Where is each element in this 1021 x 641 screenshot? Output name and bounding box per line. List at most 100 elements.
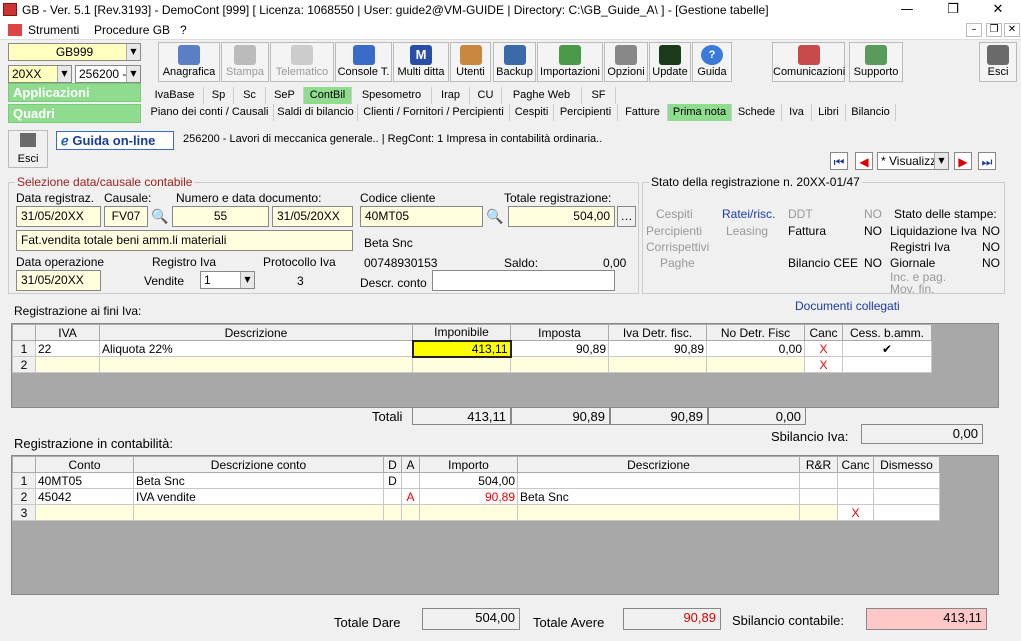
cell-dismesso[interactable] — [873, 488, 940, 505]
cell-conto[interactable]: 45042 — [35, 488, 134, 505]
tab-bilancio[interactable]: Bilancio — [846, 104, 896, 121]
tab-cu[interactable]: CU — [470, 87, 502, 104]
opzioni-button[interactable]: Opzioni — [604, 42, 648, 82]
cell-a[interactable]: A — [401, 488, 420, 505]
last-record-icon[interactable]: ⏭ — [978, 152, 996, 170]
tab-fatture[interactable]: Fatture — [618, 104, 668, 121]
ratei-label[interactable]: Ratei/risc. — [722, 207, 775, 221]
delete-icon[interactable]: X — [837, 504, 874, 521]
cell-imponibile[interactable]: 413,11 — [411, 339, 512, 358]
applicazioni-select[interactable]: Applicazioni — [8, 83, 141, 102]
year-select[interactable]: 20XX ▼ — [8, 65, 72, 83]
cell-importo[interactable]: 90,89 — [419, 488, 518, 505]
cell-detr[interactable]: 90,89 — [608, 340, 707, 357]
cess-checkbox[interactable] — [842, 356, 932, 373]
cell-importo[interactable]: 504,00 — [419, 472, 518, 489]
maximize-button[interactable]: ❐ — [930, 0, 976, 20]
table-row[interactable]: 3 X — [12, 504, 940, 521]
tab-schede[interactable]: Schede — [732, 104, 782, 121]
cell-descr-conto[interactable]: IVA vendite — [133, 488, 384, 505]
cell-rr[interactable] — [799, 504, 838, 521]
cell-importo[interactable] — [419, 504, 518, 521]
data-doc-field[interactable]: 31/05/20XX — [272, 206, 353, 227]
utenti-button[interactable]: Utenti — [450, 42, 491, 82]
first-record-icon[interactable]: ⏮ — [830, 152, 848, 170]
descr-conto-field[interactable] — [432, 270, 615, 291]
data-reg-field[interactable]: 31/05/20XX — [16, 206, 101, 227]
cell-desc2[interactable]: Beta Snc — [517, 488, 800, 505]
causale-field[interactable]: FV07 — [104, 206, 148, 227]
search-icon[interactable]: 🔍 — [151, 208, 168, 225]
cell-canc[interactable] — [837, 472, 874, 489]
cess-checkbox[interactable]: ✔ — [842, 340, 932, 357]
totreg-field[interactable]: 504,00 — [508, 206, 615, 227]
cell-descr[interactable]: Aliquota 22% — [99, 340, 413, 357]
tab-irap[interactable]: Irap — [432, 87, 470, 104]
cell-detr[interactable] — [608, 356, 707, 373]
tab-contbil[interactable]: ContBil — [304, 87, 352, 104]
esci-button[interactable]: Esci — [8, 130, 48, 168]
esci-top-button[interactable]: Esci — [979, 42, 1017, 82]
importazioni-button[interactable]: Importazioni — [537, 42, 603, 82]
update-button[interactable]: Update — [649, 42, 691, 82]
cell-descr[interactable] — [99, 356, 413, 373]
cell-rr[interactable] — [799, 488, 838, 505]
guida-online-button[interactable]: ℯ Guida on-line — [56, 131, 174, 150]
codcli-field[interactable]: 40MT05 — [360, 206, 483, 227]
cell-imponibile[interactable] — [412, 356, 511, 373]
tab-iva[interactable]: Iva — [782, 104, 812, 121]
cell-d[interactable]: D — [383, 472, 402, 489]
registro-select[interactable]: 1 ▼ — [200, 271, 255, 289]
tab-piano-conti[interactable]: Piano dei conti / Causali — [146, 104, 274, 121]
cell-a[interactable] — [401, 472, 420, 489]
tab-percipienti[interactable]: Percipienti — [554, 104, 618, 121]
console-button[interactable]: Console T. — [335, 42, 392, 82]
tab-libri[interactable]: Libri — [812, 104, 846, 121]
numero-field[interactable]: 55 — [172, 206, 269, 227]
tab-sep[interactable]: SeP — [266, 87, 304, 104]
quadri-select[interactable]: Quadri — [8, 104, 141, 123]
delete-icon[interactable]: X — [804, 356, 843, 373]
multiditta-button[interactable]: M Multi ditta — [393, 42, 449, 82]
tab-clienti[interactable]: Clienti / Fornitori / Percipienti — [358, 104, 510, 121]
tab-saldi[interactable]: Saldi di bilancio — [274, 104, 358, 121]
minimize-button[interactable]: — — [884, 0, 930, 20]
cell-conto[interactable] — [35, 504, 134, 521]
visualizza-select[interactable]: * Visualizz ▼ — [877, 152, 949, 170]
tab-primanota[interactable]: Prima nota — [668, 104, 732, 121]
menu-help[interactable]: ? — [180, 23, 187, 37]
search-icon[interactable]: 🔍 — [486, 208, 503, 225]
tab-ivabase[interactable]: IvaBase — [146, 87, 204, 104]
cell-a[interactable] — [401, 504, 420, 521]
code-select[interactable]: 256200 - ▼ — [75, 65, 141, 83]
cell-nodetr[interactable]: 0,00 — [706, 340, 805, 357]
cell-imposta[interactable]: 90,89 — [510, 340, 609, 357]
anagrafica-button[interactable]: Anagrafica — [158, 42, 220, 82]
cell-canc[interactable] — [837, 488, 874, 505]
cell-dismesso[interactable] — [873, 504, 940, 521]
documenti-collegati-link[interactable]: Documenti collegati — [795, 299, 900, 313]
stampa-button[interactable]: Stampa — [221, 42, 269, 82]
comunicazioni-button[interactable]: Comunicazioni — [772, 42, 845, 82]
menu-strumenti[interactable]: Strumenti — [28, 23, 79, 37]
descr-field[interactable]: Fat.vendita totale beni amm.li materiali — [16, 230, 353, 251]
company-select[interactable]: GB999 ▼ — [8, 43, 141, 61]
tab-sc[interactable]: Sc — [234, 87, 266, 104]
cell-descr-conto[interactable]: Beta Snc — [133, 472, 384, 489]
cell-dismesso[interactable] — [873, 472, 940, 489]
cell-imposta[interactable] — [510, 356, 609, 373]
prev-record-icon[interactable]: ◀ — [855, 152, 873, 170]
backup-button[interactable]: Backup — [493, 42, 536, 82]
cell-d[interactable] — [383, 504, 402, 521]
close-button[interactable]: ✕ — [975, 0, 1021, 20]
tab-cespiti[interactable]: Cespiti — [510, 104, 554, 121]
guida-button[interactable]: ? Guida — [692, 42, 732, 82]
mdi-close-icon[interactable]: ✕ — [1004, 23, 1020, 37]
cell-d[interactable] — [383, 488, 402, 505]
table-row[interactable]: 2 45042 IVA vendite A 90,89 Beta Snc — [12, 488, 940, 505]
mdi-restore-icon[interactable]: ❐ — [986, 23, 1002, 37]
table-row[interactable]: 2 X — [12, 356, 932, 373]
next-record-icon[interactable]: ▶ — [954, 152, 972, 170]
cell-iva[interactable] — [35, 356, 100, 373]
cell-desc2[interactable] — [517, 472, 800, 489]
